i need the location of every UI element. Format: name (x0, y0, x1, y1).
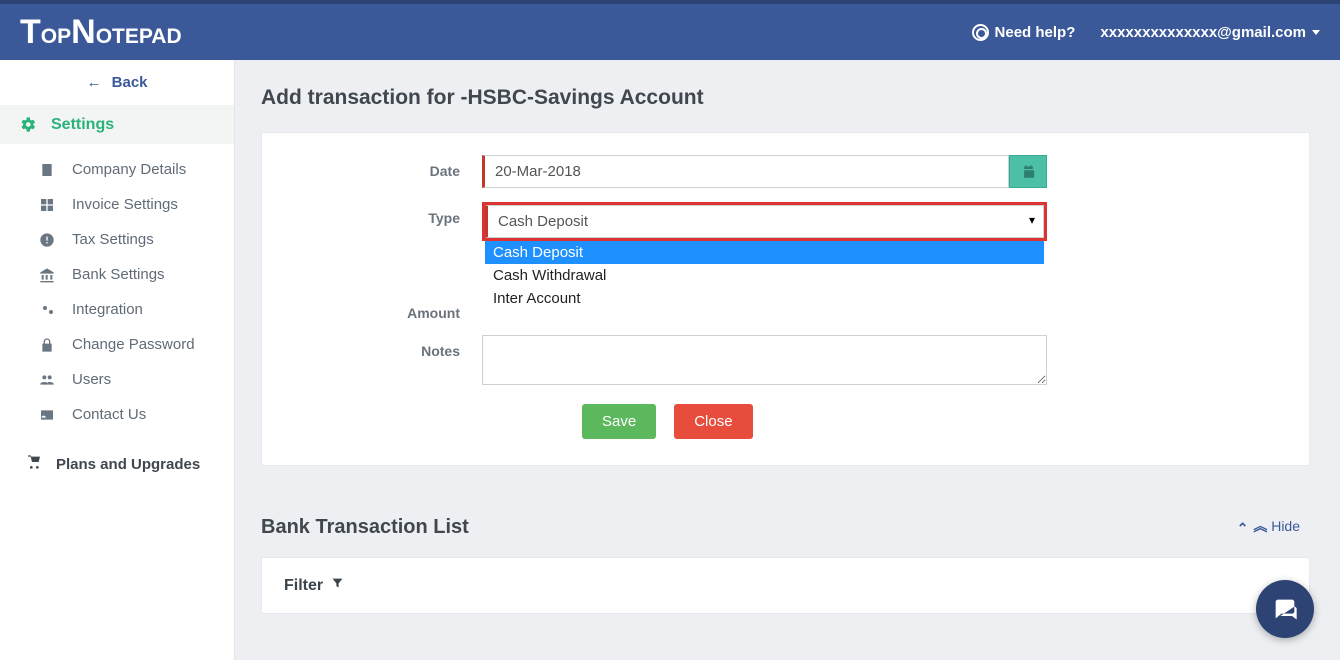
hide-link[interactable]: ︽ Hide (1237, 516, 1300, 536)
sidebar-item-label: Integration (72, 301, 143, 318)
date-input[interactable] (482, 155, 1009, 188)
gear-icon (18, 115, 37, 134)
sidebar-item-integration[interactable]: Integration (0, 292, 234, 327)
sidebar-item-plans-upgrades[interactable]: Plans and Upgrades (0, 440, 234, 488)
caret-down-icon (1312, 30, 1320, 35)
funnel-icon (331, 576, 344, 595)
back-link[interactable]: ← Back (0, 60, 234, 105)
arrow-left-icon: ← (86, 74, 101, 91)
chat-fab[interactable] (1256, 580, 1314, 638)
app-header: TopNotepad Need help? xxxxxxxxxxxxxx@gma… (0, 0, 1340, 60)
date-label: Date (292, 155, 482, 179)
cart-icon (26, 454, 42, 474)
bank-transaction-list-title: Bank Transaction List (261, 516, 1310, 539)
grid-icon (38, 197, 56, 213)
tax-icon (38, 232, 56, 248)
settings-label: Settings (51, 116, 114, 134)
sidebar-item-label: Company Details (72, 161, 186, 178)
chat-icon (1271, 595, 1299, 623)
user-menu[interactable]: xxxxxxxxxxxxxx@gmail.com (1100, 24, 1320, 41)
sidebar-item-label: Tax Settings (72, 231, 154, 248)
type-option[interactable]: Inter Account (485, 287, 1044, 310)
help-label: Need help? (995, 24, 1076, 41)
add-transaction-card: Date Type Cash Deposit (261, 132, 1310, 466)
calendar-icon (1021, 164, 1036, 179)
sidebar-item-change-password[interactable]: Change Password (0, 327, 234, 362)
sidebar-item-contact-us[interactable]: Contact Us (0, 397, 234, 432)
building-icon (38, 162, 56, 178)
calendar-button[interactable] (1009, 155, 1047, 188)
type-select[interactable]: Cash Deposit (485, 205, 1044, 238)
settings-menu: Company Details Invoice Settings Tax Set… (0, 144, 234, 440)
page-title: Add transaction for -HSBC-Savings Accoun… (261, 86, 1310, 110)
user-email: xxxxxxxxxxxxxx@gmail.com (1100, 24, 1306, 41)
cogs-icon (38, 302, 56, 318)
type-option[interactable]: Cash Deposit (485, 241, 1044, 264)
hide-label: Hide (1271, 518, 1300, 534)
lock-icon (38, 337, 56, 353)
save-button[interactable]: Save (582, 404, 656, 439)
plans-label: Plans and Upgrades (56, 456, 200, 473)
notes-label: Notes (292, 335, 482, 359)
sidebar-item-label: Bank Settings (72, 266, 165, 283)
type-selected-value: Cash Deposit (498, 213, 588, 230)
type-label: Type (292, 202, 482, 226)
sidebar-item-label: Contact Us (72, 406, 146, 423)
transaction-list-card: Filter (261, 557, 1310, 614)
sidebar-item-invoice-settings[interactable]: Invoice Settings (0, 187, 234, 222)
sidebar-item-company-details[interactable]: Company Details (0, 152, 234, 187)
sidebar-heading-settings[interactable]: Settings (0, 105, 234, 144)
need-help-link[interactable]: Need help? (972, 24, 1076, 41)
sidebar-item-label: Change Password (72, 336, 195, 353)
type-dropdown: Cash Deposit Cash Withdrawal Inter Accou… (485, 241, 1044, 310)
back-label: Back (112, 74, 148, 91)
main-content: Add transaction for -HSBC-Savings Accoun… (235, 60, 1340, 660)
help-icon (972, 24, 989, 41)
filter-label: Filter (284, 577, 323, 595)
amount-label: Amount (292, 297, 482, 321)
type-select-highlight: Cash Deposit Cash Deposit Cash Withdrawa… (482, 202, 1047, 241)
filter-toggle[interactable]: Filter (284, 576, 1287, 595)
bank-icon (38, 267, 56, 283)
chevron-up-double-icon: ︽ (1253, 518, 1267, 534)
type-option[interactable]: Cash Withdrawal (485, 264, 1044, 287)
sidebar-item-label: Users (72, 371, 111, 388)
sidebar-item-bank-settings[interactable]: Bank Settings (0, 257, 234, 292)
sidebar-item-tax-settings[interactable]: Tax Settings (0, 222, 234, 257)
id-card-icon (38, 407, 56, 423)
brand-logo: TopNotepad (20, 13, 182, 52)
sidebar-item-label: Invoice Settings (72, 196, 178, 213)
close-button[interactable]: Close (674, 404, 752, 439)
sidebar: ← Back Settings Company Details Invoice … (0, 60, 235, 660)
notes-textarea[interactable] (482, 335, 1047, 385)
users-icon (38, 372, 56, 388)
sidebar-item-users[interactable]: Users (0, 362, 234, 397)
